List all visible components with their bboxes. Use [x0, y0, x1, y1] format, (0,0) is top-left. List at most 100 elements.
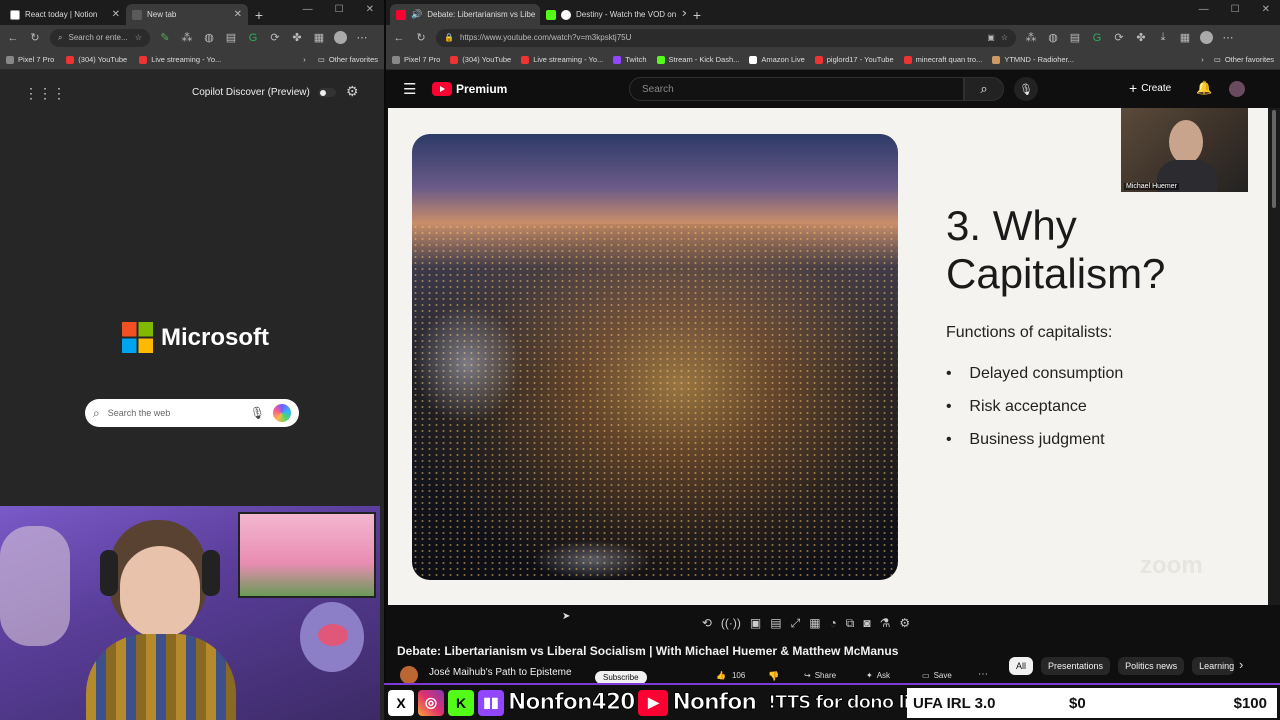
settings-gear-icon[interactable]: ⚙: [899, 616, 910, 630]
trash-icon[interactable]: ▤: [1068, 31, 1082, 44]
favorite-kick[interactable]: Stream - Kick Dash...: [656, 55, 739, 64]
notifications-bell-icon[interactable]: 🔔: [1196, 80, 1212, 96]
trash-icon[interactable]: ▤: [224, 31, 238, 44]
new-tab-button[interactable]: +: [686, 4, 708, 25]
chip-presentations[interactable]: Presentations: [1041, 657, 1111, 675]
minimize-icon[interactable]: —: [303, 4, 313, 15]
other-favorites[interactable]: ▭ Other favorites: [1214, 55, 1274, 64]
app-launcher-icon[interactable]: ⋮⋮⋮: [24, 85, 66, 102]
split-screen-icon[interactable]: ▣: [987, 33, 995, 42]
puzzle-icon[interactable]: ✤: [1134, 31, 1148, 44]
more-menu-icon[interactable]: ⋯: [355, 31, 369, 44]
film-icon[interactable]: ▤: [770, 616, 781, 630]
chip-politics-news[interactable]: Politics news: [1118, 657, 1185, 675]
sync-icon[interactable]: ⟳: [1112, 31, 1126, 44]
video-player[interactable]: 3. Why Capitalism? Functions of capitali…: [388, 108, 1268, 605]
refresh-icon[interactable]: ↻: [414, 31, 428, 44]
audio-icon[interactable]: ((·)): [721, 616, 741, 630]
extension-icon[interactable]: ⁂: [1024, 31, 1038, 44]
address-bar[interactable]: 🔒 https://www.youtube.com/watch?v=m3kpsk…: [436, 28, 1016, 47]
microphone-icon[interactable]: 🎙: [250, 406, 265, 420]
minimize-icon[interactable]: —: [1199, 4, 1209, 15]
collections-icon[interactable]: ▦: [312, 31, 326, 44]
chip-learning[interactable]: Learning: [1192, 657, 1235, 675]
search-button[interactable]: ⌕: [964, 77, 1004, 101]
globe-icon[interactable]: ◍: [1046, 31, 1060, 44]
puzzle-icon[interactable]: ✤: [290, 31, 304, 44]
flask-icon[interactable]: ⚗: [880, 616, 891, 630]
other-favorites[interactable]: ▭ Other favorites: [318, 55, 378, 64]
favorite-pixel[interactable]: Pixel 7 Pro: [6, 55, 54, 64]
share-button[interactable]: ↪ Share: [804, 671, 836, 680]
refresh-icon[interactable]: ↻: [28, 31, 42, 44]
maximize-icon[interactable]: ☐: [335, 4, 344, 15]
save-button[interactable]: ▭ Save: [922, 671, 952, 680]
subtitles-icon[interactable]: ▦: [809, 616, 820, 630]
back-icon[interactable]: ←: [392, 32, 406, 44]
screenshot-icon[interactable]: ▣: [750, 616, 761, 630]
back-icon[interactable]: ←: [6, 32, 20, 44]
favorite-youtube[interactable]: (304) YouTube: [450, 55, 511, 64]
favorite-star-icon[interactable]: ☆: [1001, 33, 1008, 42]
create-button[interactable]: + Create: [1129, 80, 1171, 96]
close-window-icon[interactable]: ✕: [366, 4, 374, 15]
resize-icon[interactable]: ⤢: [791, 616, 801, 631]
chevron-right-icon[interactable]: ›: [1201, 55, 1204, 64]
settings-gear-icon[interactable]: ⚙: [346, 83, 359, 100]
profile-avatar[interactable]: [334, 31, 347, 44]
close-tab-icon[interactable]: ✕: [234, 9, 242, 20]
youtube-search-input[interactable]: Search: [629, 77, 964, 101]
favorite-youtube[interactable]: (304) YouTube: [66, 55, 127, 64]
tab-notion[interactable]: React today | Notion ✕: [4, 4, 126, 25]
new-tab-button[interactable]: +: [248, 4, 270, 25]
tab-destiny-vod[interactable]: Destiny - Watch the VOD on ✕: [540, 4, 686, 25]
close-tab-icon[interactable]: ✕: [112, 9, 120, 20]
maximize-icon[interactable]: ☐: [1231, 4, 1240, 15]
hamburger-menu-icon[interactable]: ☰: [403, 80, 416, 98]
sync-icon[interactable]: ⟳: [268, 31, 282, 44]
grammarly-icon[interactable]: G: [246, 32, 260, 44]
close-window-icon[interactable]: ✕: [1262, 4, 1270, 15]
page-scrollbar[interactable]: [1268, 108, 1280, 605]
profile-avatar[interactable]: [1200, 31, 1213, 44]
ask-button[interactable]: ✦ Ask: [866, 671, 890, 680]
loop-icon[interactable]: ⟲: [702, 616, 712, 630]
favorite-amazon[interactable]: Amazon Live: [749, 55, 805, 64]
chip-all[interactable]: All: [1009, 657, 1034, 675]
chevron-right-icon[interactable]: ›: [1239, 657, 1243, 672]
copilot-icon[interactable]: [273, 404, 291, 422]
youtube-logo[interactable]: Premium: [432, 82, 507, 96]
favorite-pixel[interactable]: Pixel 7 Pro: [392, 55, 440, 64]
close-tab-icon[interactable]: ✕: [681, 9, 686, 20]
web-search-box[interactable]: ⌕ Search the web 🎙: [85, 399, 299, 427]
collections-icon[interactable]: ▦: [1178, 31, 1192, 44]
tab-new-tab[interactable]: New tab ✕: [126, 4, 248, 25]
grammarly-icon[interactable]: G: [1090, 32, 1104, 44]
download-icon[interactable]: ⤓: [1156, 31, 1170, 44]
favorite-minecraft[interactable]: minecraft quan tro...: [903, 55, 982, 64]
extension-icon[interactable]: ⁂: [180, 31, 194, 44]
dislike-button[interactable]: 👎: [768, 671, 779, 682]
favorite-live-streaming[interactable]: Live streaming - Yo...: [139, 55, 221, 64]
more-actions-icon[interactable]: ⋯: [978, 669, 988, 680]
toggle-switch[interactable]: [317, 88, 336, 97]
favorite-live-streaming[interactable]: Live streaming - Yo...: [521, 55, 603, 64]
copilot-discover-toggle[interactable]: Copilot Discover (Preview): [192, 87, 336, 98]
address-bar[interactable]: ⌕ Search or ente... ☆: [50, 28, 150, 47]
camera-icon[interactable]: ◙: [863, 616, 870, 630]
like-button[interactable]: 👍 106: [716, 671, 745, 680]
pip-icon[interactable]: ⧉: [846, 616, 855, 631]
favorite-twitch[interactable]: Twitch: [613, 55, 647, 64]
more-menu-icon[interactable]: ⋯: [1221, 31, 1235, 44]
globe-icon[interactable]: ◍: [202, 31, 216, 44]
account-avatar[interactable]: [1229, 81, 1245, 97]
audio-playing-icon[interactable]: 🔊: [411, 9, 422, 20]
chevron-right-icon[interactable]: ›: [303, 55, 306, 64]
voice-search-button[interactable]: 🎙: [1014, 77, 1038, 101]
favorite-piglord[interactable]: piglord17 - YouTube: [814, 55, 894, 64]
channel-avatar[interactable]: [400, 666, 418, 684]
speed-icon[interactable]: ◔: [830, 616, 837, 630]
channel-name[interactable]: José Maihub's Path to Episteme: [429, 667, 572, 678]
pen-extension-icon[interactable]: ✎: [158, 31, 172, 44]
favorite-ytmnd[interactable]: YTMND - Radioher...: [992, 55, 1074, 64]
